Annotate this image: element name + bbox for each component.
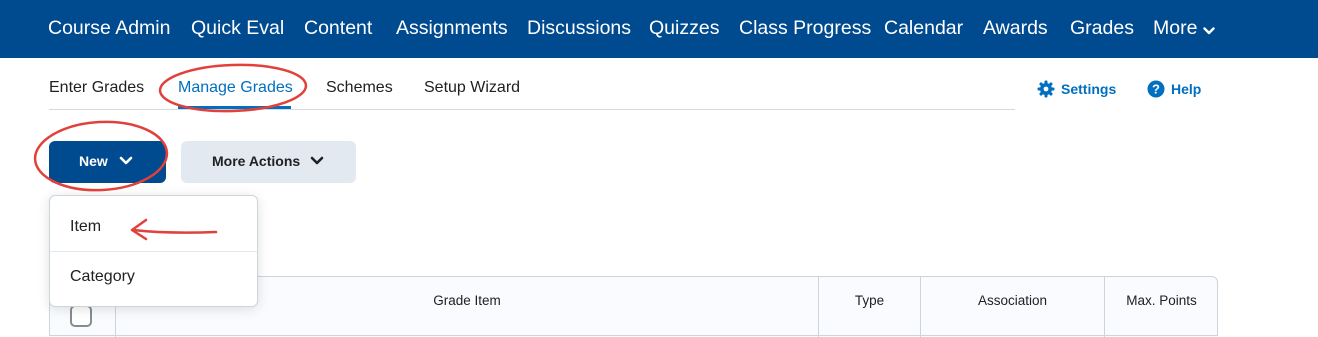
nav-awards[interactable]: Awards [983,0,1048,58]
help-label: Help [1171,81,1202,97]
column-header-type[interactable]: Type [819,277,920,325]
tabs-divider [49,109,1015,110]
chevron-down-icon [1203,1,1216,57]
chevron-down-icon [310,156,324,165]
nav-more-label: More [1153,17,1198,39]
help-icon: ? [1147,80,1165,98]
settings-link[interactable]: Settings [1037,79,1116,101]
nav-assignments[interactable]: Assignments [396,0,508,58]
gear-icon [1037,80,1055,98]
nav-more[interactable]: More [1153,0,1216,58]
nav-calendar[interactable]: Calendar [884,0,963,58]
select-all-checkbox[interactable] [70,305,92,327]
column-header-association[interactable]: Association [921,277,1104,325]
tab-manage-grades[interactable]: Manage Grades [178,78,293,100]
menu-item-category[interactable]: Category [50,252,257,302]
nav-content[interactable]: Content [304,0,372,58]
tab-setup-wizard[interactable]: Setup Wizard [424,78,520,100]
nav-course-admin[interactable]: Course Admin [48,0,170,58]
chevron-down-icon [119,156,133,165]
tab-schemes[interactable]: Schemes [326,78,393,100]
settings-label: Settings [1061,81,1117,97]
course-navbar: Course Admin Quick Eval Content Assignme… [0,0,1318,58]
new-button-label: New [79,153,108,169]
svg-text:?: ? [1152,82,1160,97]
more-actions-label: More Actions [212,153,301,169]
new-dropdown-menu: Item Category [49,195,258,307]
more-actions-button[interactable]: More Actions [181,141,356,183]
nav-grades[interactable]: Grades [1070,0,1134,58]
nav-quizzes[interactable]: Quizzes [649,0,719,58]
nav-quick-eval[interactable]: Quick Eval [191,0,284,58]
column-header-max-points[interactable]: Max. Points [1105,277,1218,325]
menu-item-item[interactable]: Item [50,202,257,252]
tab-enter-grades[interactable]: Enter Grades [49,78,144,100]
help-link[interactable]: ? Help [1147,79,1201,101]
nav-class-progress[interactable]: Class Progress [739,0,871,58]
new-button[interactable]: New [49,141,166,183]
nav-discussions[interactable]: Discussions [527,0,631,58]
